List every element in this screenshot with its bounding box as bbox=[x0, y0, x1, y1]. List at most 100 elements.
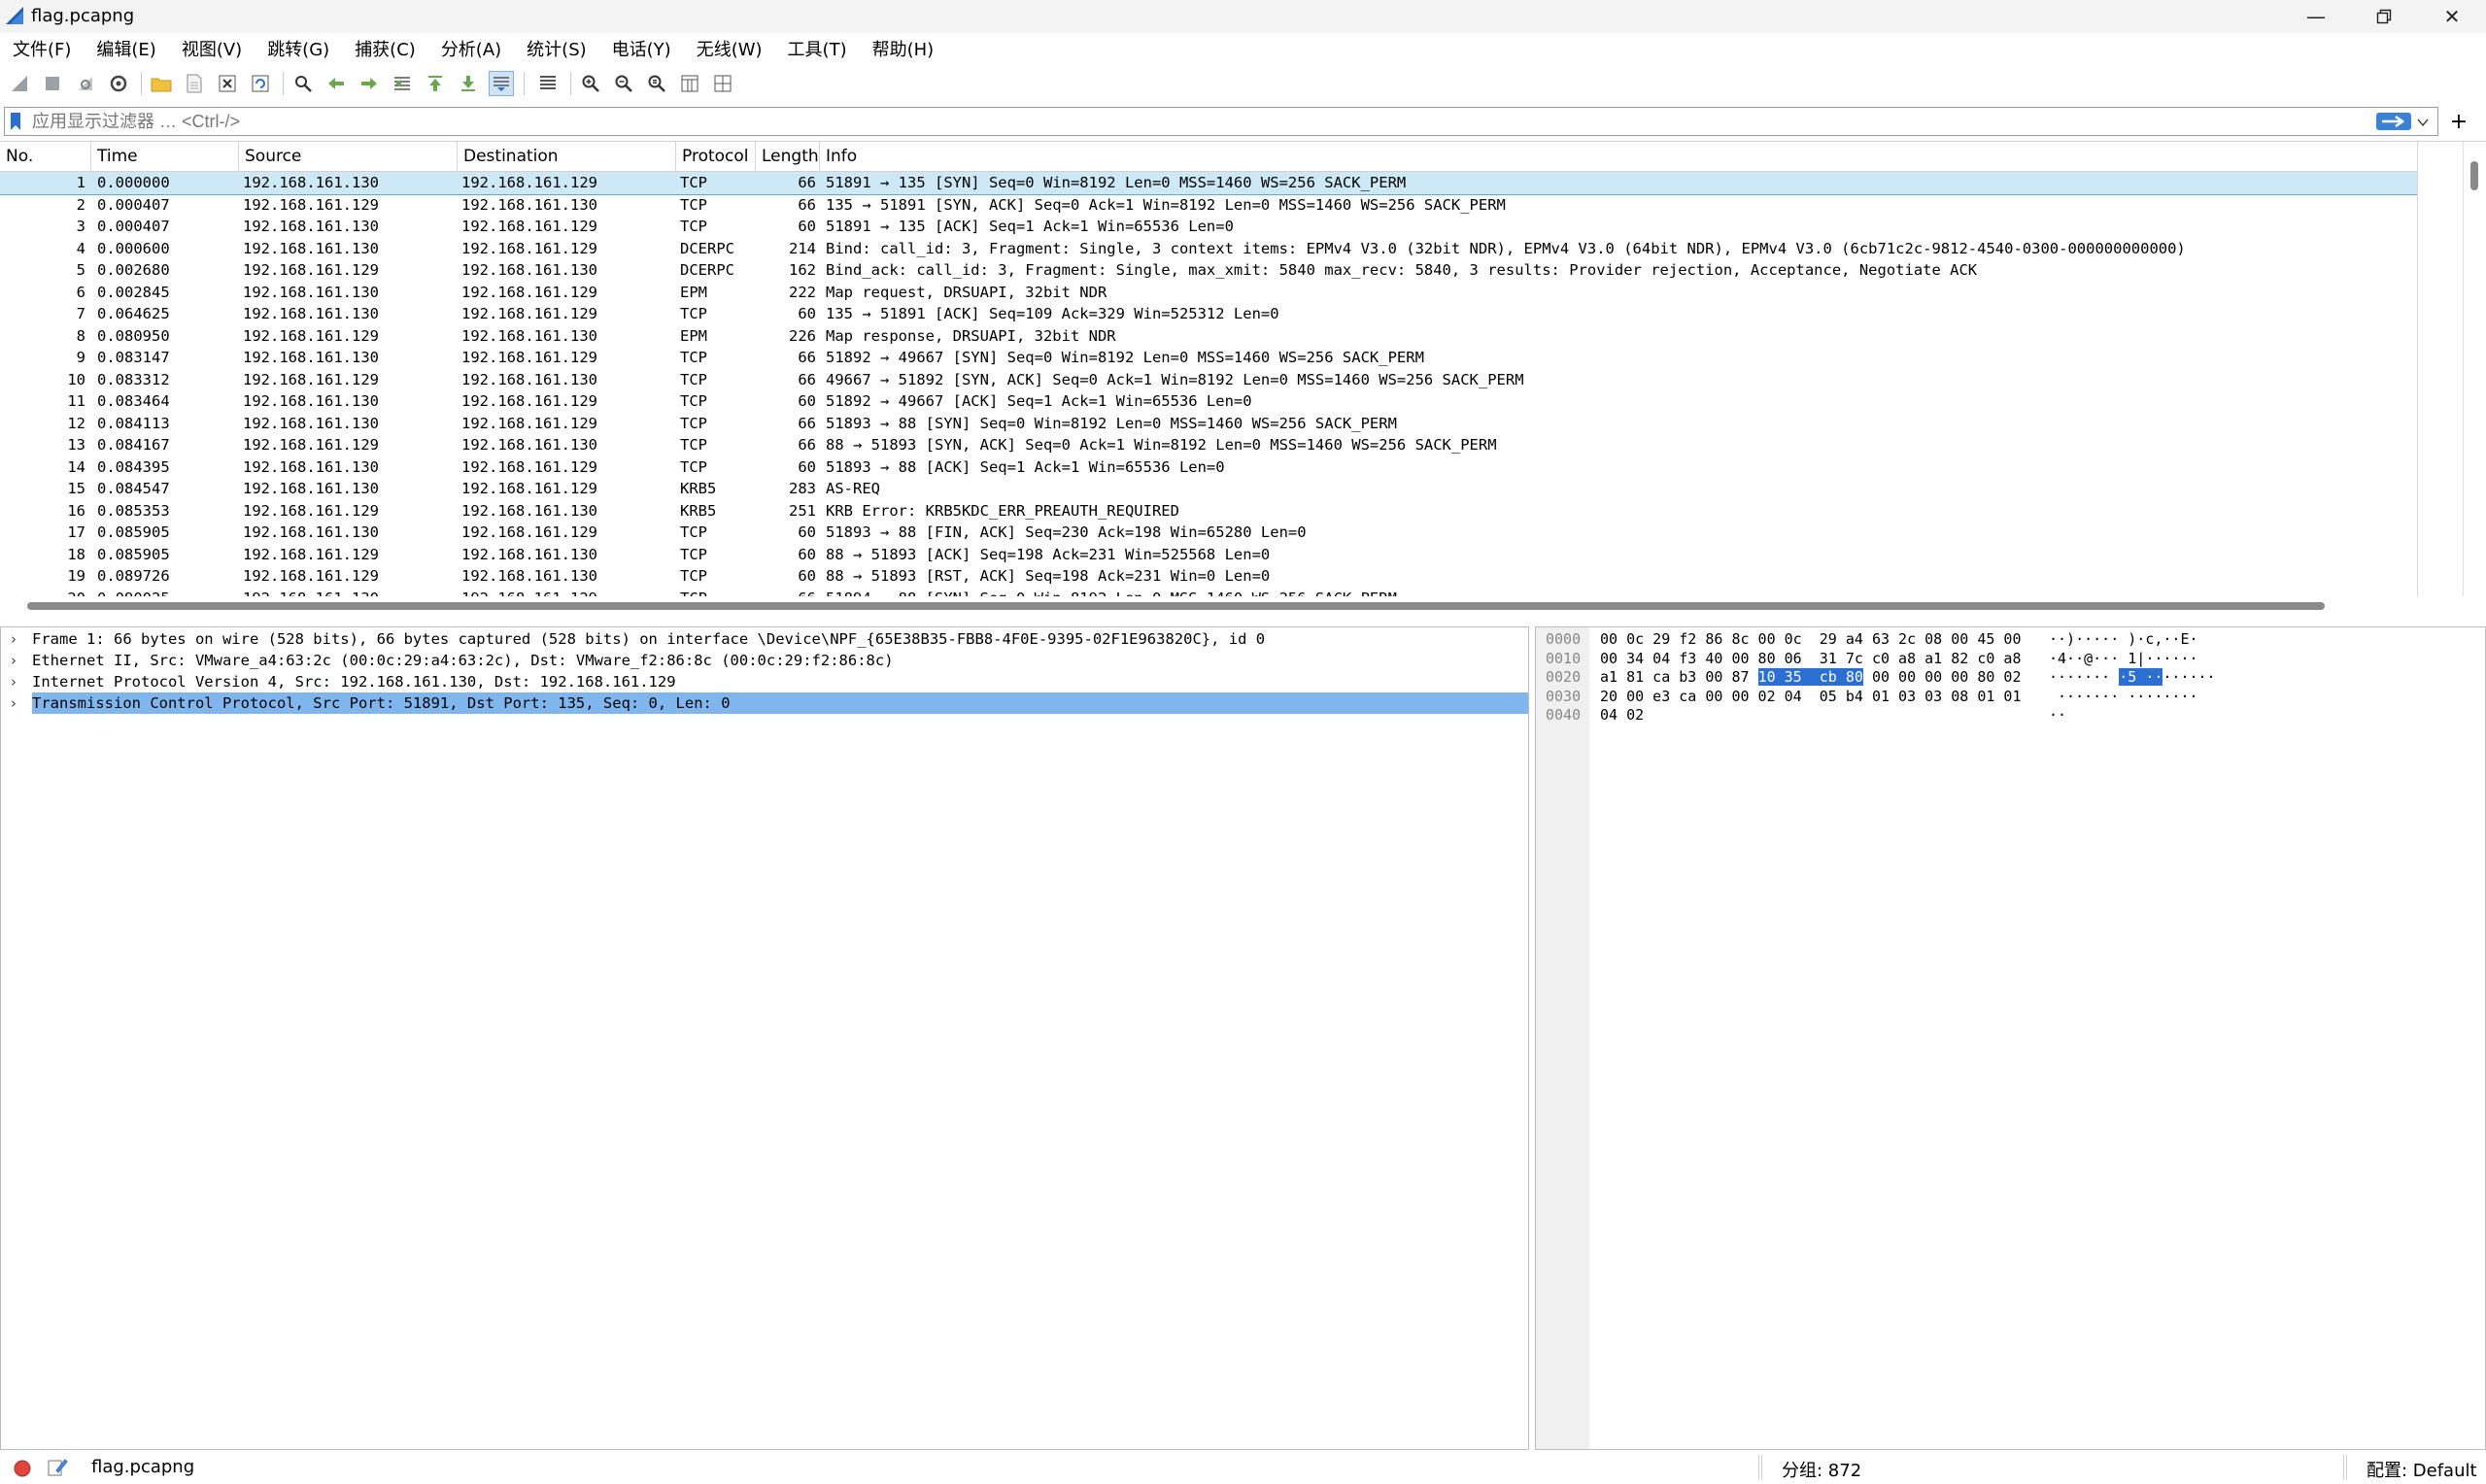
packet-protocol: TCP bbox=[680, 457, 707, 476]
packet-row[interactable]: 15 0.084547 192.168.161.130 192.168.161.129… bbox=[0, 478, 2417, 500]
last-packet-button[interactable] bbox=[457, 72, 480, 95]
menu-analyze[interactable]: 分析(A) bbox=[428, 36, 514, 61]
layout-button[interactable] bbox=[711, 72, 734, 95]
hscrollbar-thumb[interactable] bbox=[27, 602, 2325, 610]
column-header-destination[interactable]: Destination bbox=[458, 142, 676, 171]
colorize-button[interactable] bbox=[536, 72, 560, 95]
packet-row[interactable]: 5 0.002680 192.168.161.129 192.168.161.130 D… bbox=[0, 259, 2417, 282]
packet-row[interactable]: 1 0.000000 192.168.161.130 192.168.161.129 T… bbox=[0, 172, 2417, 195]
tree-item-label: Frame 1: 66 bytes on wire (528 bits), 66… bbox=[32, 630, 1266, 648]
auto-scroll-button[interactable] bbox=[489, 71, 514, 96]
hex-ascii: ··)····· )·c,··E· bbox=[2049, 630, 2198, 650]
close-button[interactable]: ✕ bbox=[2418, 0, 2486, 33]
menu-go[interactable]: 跳转(G) bbox=[255, 36, 342, 61]
packet-row[interactable]: 6 0.002845 192.168.161.130 192.168.161.129 E… bbox=[0, 282, 2417, 304]
menu-tools[interactable]: 工具(T) bbox=[775, 36, 860, 61]
packet-row[interactable]: 4 0.000600 192.168.161.130 192.168.161.129 D… bbox=[0, 238, 2417, 260]
packet-destination: 192.168.161.129 bbox=[461, 414, 597, 432]
bookmark-icon[interactable] bbox=[9, 112, 22, 131]
column-header-protocol[interactable]: Protocol bbox=[676, 142, 756, 171]
column-header-info[interactable]: Info bbox=[820, 142, 2417, 171]
packet-destination: 192.168.161.129 bbox=[461, 174, 597, 191]
packet-row[interactable]: 2 0.000407 192.168.161.129 192.168.161.130 T… bbox=[0, 194, 2417, 217]
menu-wireless[interactable]: 无线(W) bbox=[684, 36, 775, 61]
chevron-right-icon[interactable]: › bbox=[11, 650, 17, 671]
display-filter-input[interactable] bbox=[32, 108, 2364, 135]
packet-no: 2 bbox=[76, 195, 85, 214]
menu-help[interactable]: 帮助(H) bbox=[860, 36, 947, 61]
packet-info: 88 → 51893 [RST, ACK] Seq=198 Ack=231 Wi… bbox=[826, 567, 1271, 585]
menu-telephony[interactable]: 电话(Y) bbox=[599, 36, 684, 61]
tree-item-ipv4[interactable]: › Internet Protocol Version 4, Src: 192.… bbox=[1, 671, 1528, 692]
chevron-right-icon[interactable]: › bbox=[11, 692, 17, 714]
packet-row[interactable]: 11 0.083464 192.168.161.130 192.168.161.129… bbox=[0, 390, 2417, 413]
column-header-source[interactable]: Source bbox=[239, 142, 458, 171]
packet-row[interactable]: 13 0.084167 192.168.161.129 192.168.161.130… bbox=[0, 434, 2417, 456]
menu-capture[interactable]: 捕获(C) bbox=[342, 36, 428, 61]
status-profile[interactable]: 配置: Default bbox=[2367, 1457, 2477, 1482]
packet-row[interactable]: 7 0.064625 192.168.161.130 192.168.161.129 T… bbox=[0, 303, 2417, 325]
scrollbar-thumb[interactable] bbox=[2470, 161, 2478, 190]
packet-list-hscrollbar[interactable] bbox=[0, 599, 2486, 613]
tree-item-frame[interactable]: › Frame 1: 66 bytes on wire (528 bits), … bbox=[1, 628, 1528, 650]
packet-row[interactable]: 17 0.085905 192.168.161.130 192.168.161.129… bbox=[0, 522, 2417, 544]
packet-protocol: TCP bbox=[680, 545, 707, 563]
chevron-right-icon[interactable]: › bbox=[11, 628, 17, 650]
minimize-button[interactable]: — bbox=[2282, 0, 2350, 33]
go-to-packet-button[interactable] bbox=[391, 72, 414, 95]
close-file-button[interactable] bbox=[216, 72, 239, 95]
edit-comment-icon[interactable] bbox=[47, 1457, 68, 1478]
tree-item-tcp[interactable]: › Transmission Control Protocol, Src Por… bbox=[1, 692, 1528, 714]
packet-list-scrollbar[interactable] bbox=[2417, 142, 2486, 596]
packet-row[interactable]: 16 0.085353 192.168.161.129 192.168.161.130… bbox=[0, 500, 2417, 523]
zoom-out-button[interactable] bbox=[612, 72, 635, 95]
menu-statistics[interactable]: 统计(S) bbox=[514, 36, 598, 61]
resize-columns-button[interactable] bbox=[678, 72, 701, 95]
packet-row[interactable]: 10 0.083312 192.168.161.129 192.168.161.130… bbox=[0, 369, 2417, 391]
packet-length: 60 bbox=[798, 218, 816, 235]
packet-row[interactable]: 18 0.085905 192.168.161.129 192.168.161.130… bbox=[0, 544, 2417, 566]
packet-info: 51893 → 88 [SYN] Seq=0 Win=8192 Len=0 MS… bbox=[826, 414, 1397, 432]
capture-options-button[interactable] bbox=[107, 72, 130, 95]
packet-row[interactable]: 9 0.083147 192.168.161.130 192.168.161.129 T… bbox=[0, 347, 2417, 369]
save-file-button[interactable] bbox=[183, 72, 206, 95]
arrow-right-icon bbox=[361, 78, 377, 89]
go-back-button[interactable] bbox=[324, 72, 348, 95]
restore-button[interactable] bbox=[2350, 0, 2418, 33]
tree-item-label: Transmission Control Protocol, Src Port:… bbox=[32, 692, 1528, 714]
chevron-down-icon[interactable] bbox=[2417, 118, 2429, 127]
packet-row[interactable]: 19 0.089726 192.168.161.129 192.168.161.130… bbox=[0, 565, 2417, 588]
zoom-in-button[interactable] bbox=[579, 72, 602, 95]
packet-row[interactable]: 8 0.080950 192.168.161.129 192.168.161.130 E… bbox=[0, 325, 2417, 348]
restart-capture-button[interactable] bbox=[74, 72, 97, 95]
tree-item-ethernet[interactable]: › Ethernet II, Src: VMware_a4:63:2c (00:… bbox=[1, 650, 1528, 671]
column-header-length[interactable]: Length bbox=[756, 142, 820, 171]
packet-destination: 192.168.161.129 bbox=[461, 239, 597, 257]
column-header-time[interactable]: Time bbox=[91, 142, 239, 171]
reload-file-button[interactable] bbox=[249, 72, 272, 95]
packet-row[interactable]: 12 0.084113 192.168.161.130 192.168.161.129… bbox=[0, 413, 2417, 435]
go-forward-button[interactable] bbox=[358, 72, 381, 95]
open-file-button[interactable] bbox=[150, 72, 173, 95]
first-packet-button[interactable] bbox=[424, 72, 447, 95]
add-filter-button[interactable]: + bbox=[2444, 105, 2473, 138]
packet-protocol: KRB5 bbox=[680, 480, 717, 497]
menu-file[interactable]: 文件(F) bbox=[0, 36, 84, 61]
find-packet-button[interactable] bbox=[291, 72, 315, 95]
normal-size-button[interactable] bbox=[645, 72, 668, 95]
menu-edit[interactable]: 编辑(E) bbox=[84, 36, 168, 61]
column-header-no[interactable]: No. bbox=[0, 142, 91, 171]
menu-view[interactable]: 视图(V) bbox=[169, 36, 255, 61]
packet-row[interactable]: 3 0.000407 192.168.161.130 192.168.161.129 T… bbox=[0, 216, 2417, 238]
packet-row[interactable]: 20 0.090025 192.168.161.130 192.168.161.129… bbox=[0, 588, 2417, 597]
status-bar: flag.pcapng 分组: 872 配置: Default bbox=[0, 1451, 2486, 1484]
packet-minimap[interactable] bbox=[2418, 142, 2464, 596]
packet-row[interactable]: 14 0.084395 192.168.161.130 192.168.161.129… bbox=[0, 456, 2417, 479]
start-capture-button[interactable] bbox=[8, 72, 31, 95]
packet-info: KRB Error: KRB5KDC_ERR_PREAUTH_REQUIRED bbox=[826, 501, 1179, 520]
chevron-right-icon[interactable]: › bbox=[11, 671, 17, 692]
file-icon bbox=[187, 74, 202, 93]
apply-filter-arrow-icon[interactable] bbox=[2376, 113, 2411, 130]
expert-info-icon[interactable] bbox=[13, 1459, 32, 1478]
stop-capture-button[interactable] bbox=[41, 72, 64, 95]
